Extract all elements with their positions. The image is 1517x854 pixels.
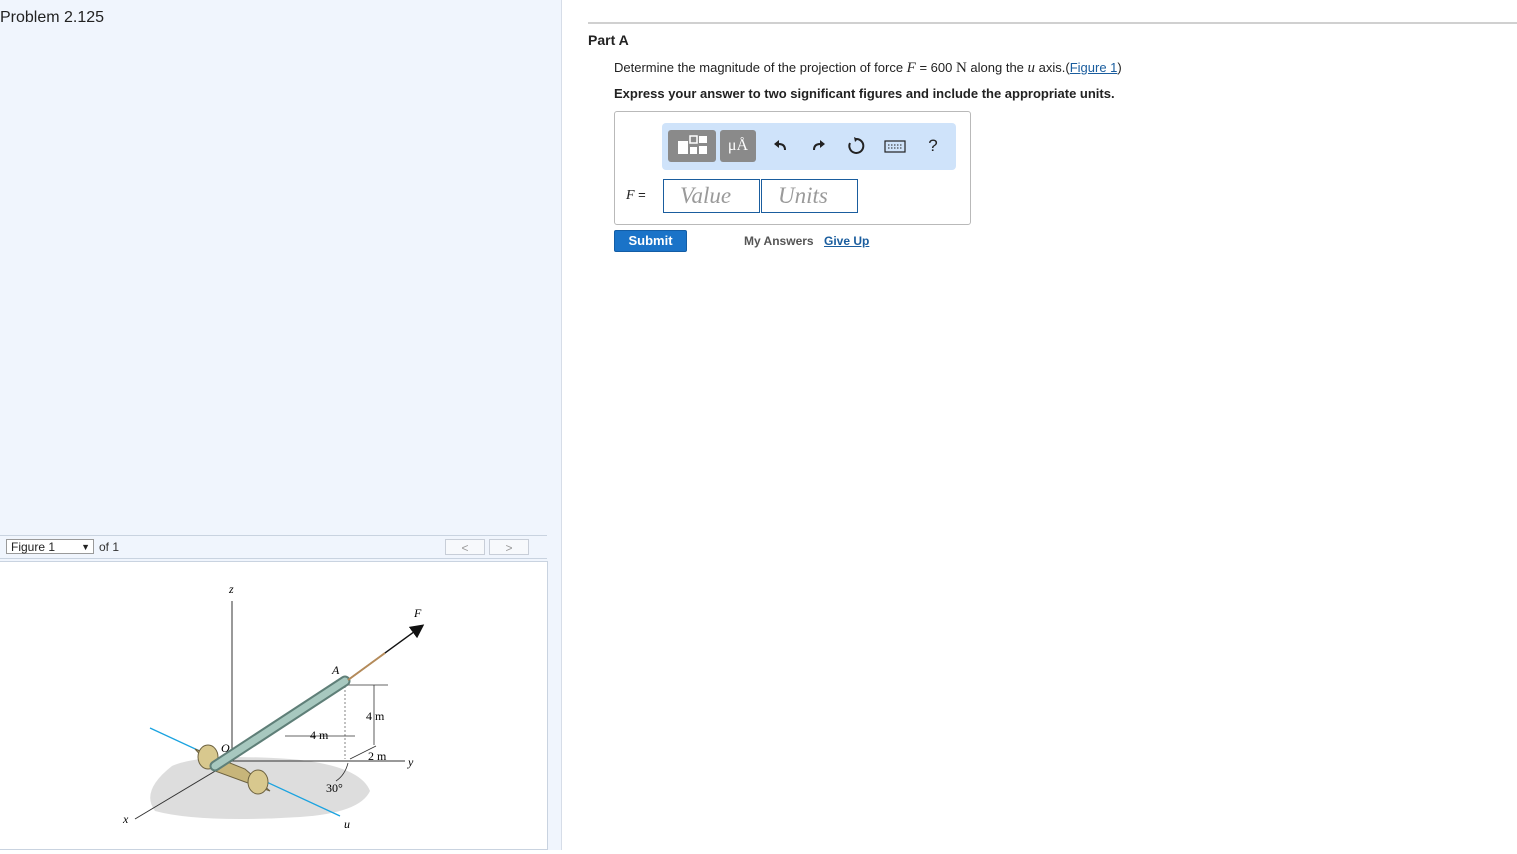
question-force-symbol: F bbox=[906, 60, 916, 76]
question-post: axis. bbox=[1035, 60, 1066, 75]
keyboard-icon[interactable] bbox=[884, 135, 906, 157]
figure-link[interactable]: Figure 1 bbox=[1070, 60, 1118, 75]
y-label: y bbox=[407, 755, 414, 769]
answer-label: F = bbox=[626, 186, 646, 204]
dim-4m-horizontal-label: 4 m bbox=[310, 728, 329, 742]
give-up-link[interactable]: Give Up bbox=[824, 234, 869, 248]
figure-navigation-bar: Figure 1 ▼ of 1 < > bbox=[0, 535, 547, 559]
problem-panel: Problem 2.125 Figure 1 ▼ of 1 < > z x y … bbox=[0, 0, 562, 850]
figure-area: z x y u F A O 4 m 4 m 2 m 30° bbox=[0, 561, 548, 850]
question-unit: N bbox=[955, 60, 967, 76]
my-answers-link[interactable]: My Answers bbox=[744, 234, 814, 248]
answer-label-symbol: F bbox=[626, 188, 635, 203]
part-title: Part A bbox=[588, 32, 629, 48]
origin-label: O bbox=[221, 741, 230, 755]
dropdown-arrow-icon: ▼ bbox=[81, 542, 90, 552]
help-icon[interactable]: ? bbox=[922, 135, 944, 157]
submit-button[interactable]: Submit bbox=[614, 230, 687, 252]
z-label: z bbox=[228, 582, 234, 596]
units-button[interactable]: μÅ bbox=[720, 130, 756, 162]
problem-title: Problem 2.125 bbox=[0, 9, 105, 26]
dim-2m-label: 2 m bbox=[368, 749, 387, 763]
figure-select-value: Figure 1 bbox=[11, 540, 56, 554]
templates-icon bbox=[678, 135, 707, 154]
undo-icon[interactable] bbox=[770, 135, 792, 157]
reset-icon[interactable] bbox=[845, 135, 867, 157]
figure-1-diagram: z x y u F A O 4 m 4 m 2 m 30° bbox=[122, 582, 425, 831]
templates-button[interactable] bbox=[668, 130, 716, 162]
u-label: u bbox=[344, 817, 350, 831]
question-pre: Determine the magnitude of the projectio… bbox=[614, 60, 907, 75]
figure-link-close: ) bbox=[1117, 60, 1122, 75]
instruction-text: Express your answer to two significant f… bbox=[614, 86, 1115, 101]
point-a-label: A bbox=[331, 663, 340, 677]
question-eq: = 600 bbox=[915, 60, 956, 75]
question-text: Determine the magnitude of the projectio… bbox=[614, 60, 1122, 77]
figure-select[interactable]: Figure 1 ▼ bbox=[6, 539, 94, 554]
divider bbox=[588, 22, 1517, 24]
force-label: F bbox=[413, 606, 422, 620]
answer-label-eq: = bbox=[634, 187, 646, 202]
math-toolbar: μÅ ? bbox=[662, 123, 956, 170]
question-mid: along the bbox=[966, 60, 1028, 75]
previous-figure-button[interactable]: < bbox=[445, 539, 485, 555]
answer-box: μÅ ? F = Value Units bbox=[614, 111, 971, 225]
next-figure-button[interactable]: > bbox=[489, 539, 529, 555]
dim-4m-vertical-label: 4 m bbox=[366, 709, 385, 723]
angle-label: 30° bbox=[326, 781, 343, 795]
question-panel: Part A Determine the magnitude of the pr… bbox=[562, 0, 1517, 850]
value-input[interactable]: Value bbox=[663, 179, 760, 213]
question-axis-symbol: u bbox=[1027, 60, 1036, 76]
x-label: x bbox=[122, 812, 129, 826]
redo-icon[interactable] bbox=[807, 135, 829, 157]
figure-count: of 1 bbox=[99, 540, 120, 554]
units-input[interactable]: Units bbox=[761, 179, 858, 213]
